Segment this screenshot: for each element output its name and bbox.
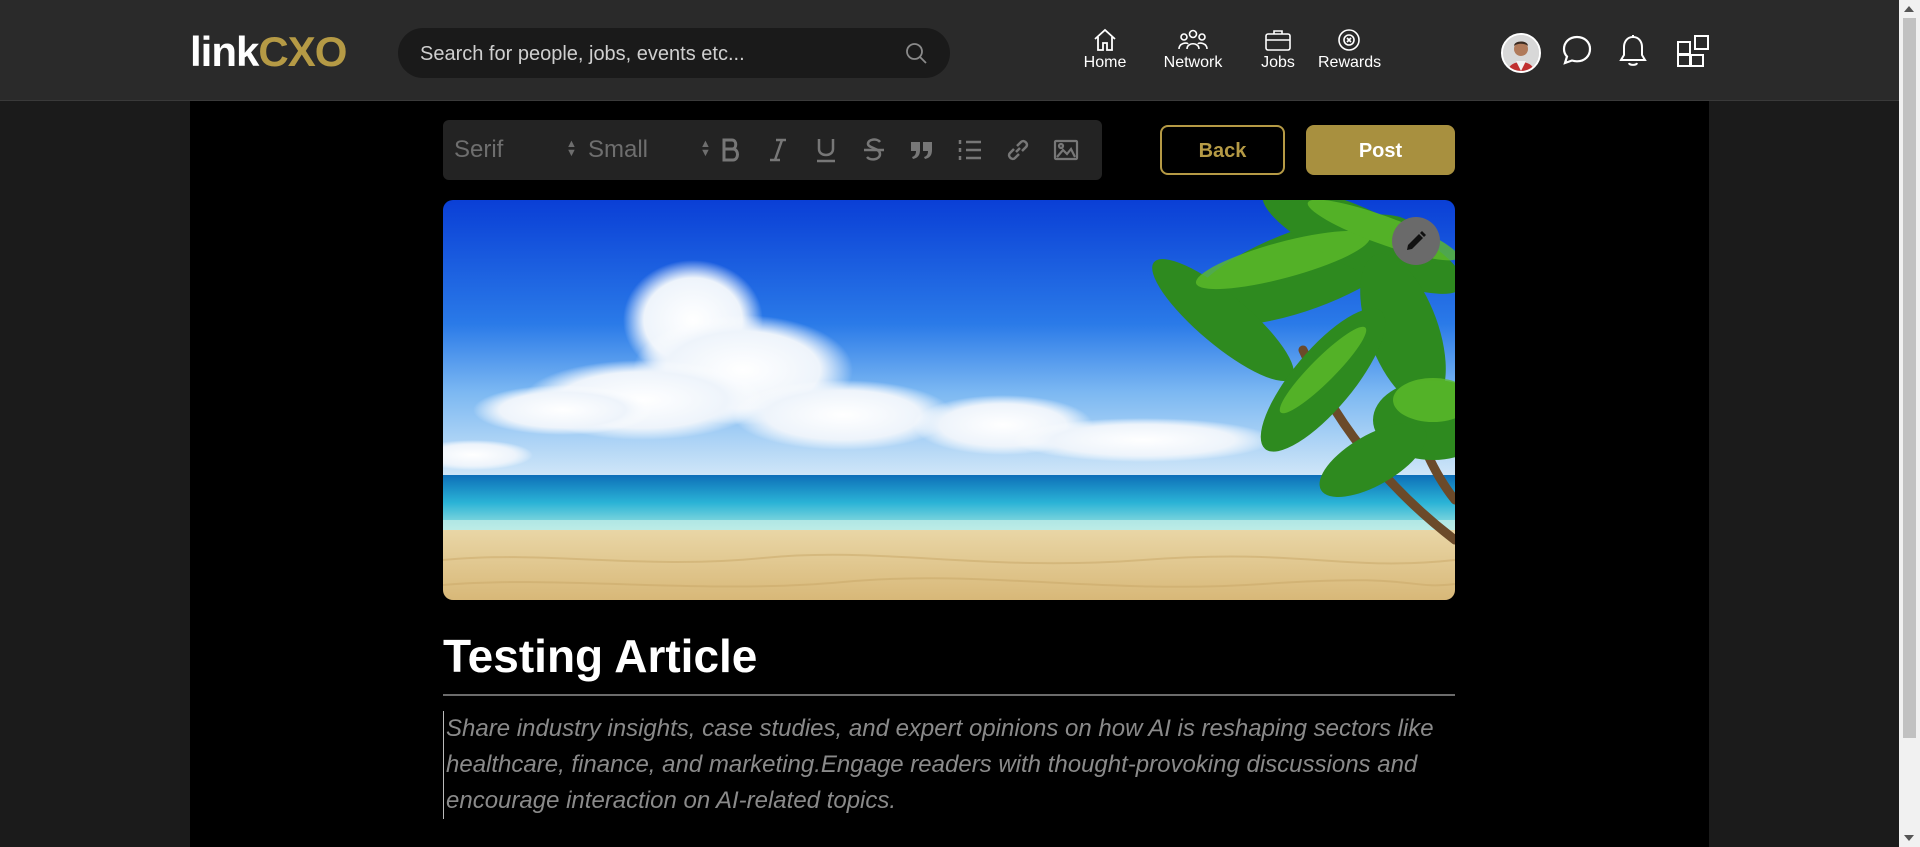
italic-button[interactable] [762,134,794,166]
link-button[interactable] [1002,134,1034,166]
network-icon [1178,29,1208,50]
image-icon [1053,139,1079,161]
nav-jobs-label: Jobs [1261,54,1295,71]
page-scrollbar[interactable] [1899,0,1920,847]
select-arrows-icon: ▲ ▼ [700,138,711,159]
back-button[interactable]: Back [1160,125,1285,175]
nav-home[interactable]: Home [1080,28,1130,78]
strikethrough-icon [864,138,884,161]
nav-rewards-label: Rewards [1318,54,1382,71]
italic-icon [770,138,786,162]
search-bar [398,28,950,80]
bold-button[interactable] [715,134,747,166]
underline-icon [817,139,835,163]
article-cover-image [443,200,1455,600]
quote-button[interactable] [906,134,938,166]
avatar[interactable] [1501,33,1541,73]
quote-icon [911,142,932,159]
strikethrough-button[interactable] [858,134,890,166]
pencil-icon [1407,231,1426,250]
edit-cover-button[interactable] [1392,217,1440,265]
font-size-select[interactable]: Small ▲ ▼ [588,136,711,164]
search-icon[interactable] [904,41,928,65]
beach-palm-image [443,200,1455,600]
image-button[interactable] [1050,134,1082,166]
scroll-up-arrow-icon[interactable] [1904,6,1914,12]
search-input[interactable] [418,28,892,80]
nav-network-label: Network [1163,54,1223,71]
jobs-icon [1265,30,1291,51]
ordered-list-button[interactable] [954,134,986,166]
top-navigation-bar: linkCXO Home Network Jobs Rewards [0,0,1899,101]
nav-home-label: Home [1083,54,1127,71]
underline-button[interactable] [810,134,842,166]
avatar-image [1503,35,1539,71]
article-body-editor[interactable]: Share industry insights, case studies, a… [443,711,1455,819]
home-icon [1094,28,1116,51]
nav-jobs[interactable]: Jobs [1258,28,1298,78]
logo-text-link: link [190,28,259,75]
scrollbar-thumb[interactable] [1903,18,1916,738]
scroll-down-arrow-icon[interactable] [1904,835,1914,841]
chat-icon[interactable] [1561,34,1593,66]
post-button[interactable]: Post [1306,125,1455,175]
link-icon [1007,139,1029,161]
article-title-input[interactable]: Testing Article [443,626,1455,696]
nav-network[interactable]: Network [1160,28,1226,78]
rich-text-toolbar: Serif ▲ ▼ Small ▲ ▼ [443,120,1102,180]
apps-grid-icon[interactable] [1676,34,1710,68]
nav-rewards[interactable]: Rewards [1318,28,1382,78]
linkcxo-logo[interactable]: linkCXO [190,28,347,75]
font-family-select[interactable]: Serif ▲ ▼ [454,136,577,164]
font-size-value: Small [588,136,649,163]
ordered-list-icon [958,140,981,160]
logo-text-cxo: CXO [258,28,347,75]
font-family-value: Serif [454,136,504,163]
rewards-icon [1338,29,1360,51]
select-arrows-icon: ▲ ▼ [566,138,577,159]
bell-icon[interactable] [1617,34,1649,68]
bold-icon [722,138,739,162]
